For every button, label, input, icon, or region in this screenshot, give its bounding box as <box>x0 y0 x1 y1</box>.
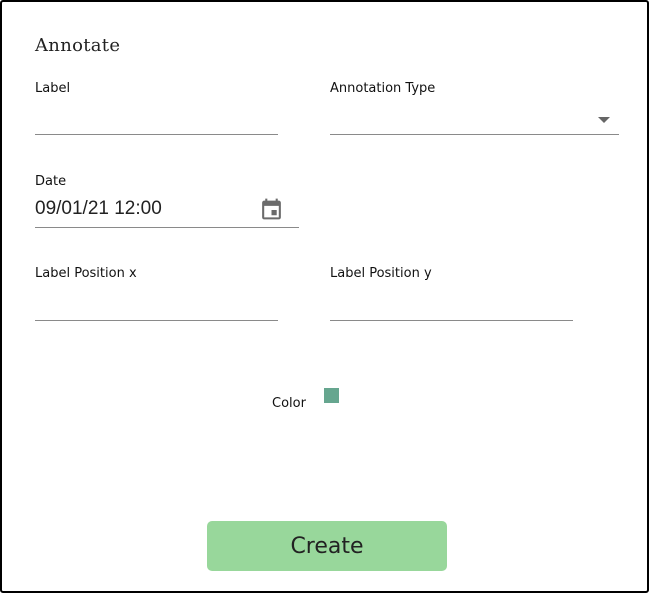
label-field-label: Label <box>35 81 71 96</box>
create-button[interactable]: Create <box>207 521 447 571</box>
dialog-title: Annotate <box>35 35 121 56</box>
label-position-x-underline <box>35 320 278 321</box>
color-swatch[interactable] <box>324 388 339 403</box>
annotation-type-underline <box>330 134 619 135</box>
annotation-type-label: Annotation Type <box>330 81 436 96</box>
label-input[interactable] <box>35 106 278 132</box>
label-input-underline <box>35 134 278 135</box>
annotate-dialog: Annotate Label Annotation Type Date 09/0… <box>0 0 649 593</box>
annotation-type-select[interactable] <box>330 106 618 132</box>
label-position-y-input[interactable] <box>330 292 573 318</box>
calendar-icon[interactable] <box>259 196 284 222</box>
date-field-label: Date <box>35 174 67 189</box>
color-label: Color <box>272 396 306 411</box>
date-input-underline <box>35 227 299 228</box>
chevron-down-icon[interactable] <box>598 117 610 123</box>
label-position-y-underline <box>330 320 573 321</box>
label-position-y-label: Label Position y <box>330 266 432 281</box>
label-position-x-input[interactable] <box>35 292 278 318</box>
date-input[interactable]: 09/01/21 12:00 <box>35 198 162 220</box>
label-position-x-label: Label Position x <box>35 266 137 281</box>
